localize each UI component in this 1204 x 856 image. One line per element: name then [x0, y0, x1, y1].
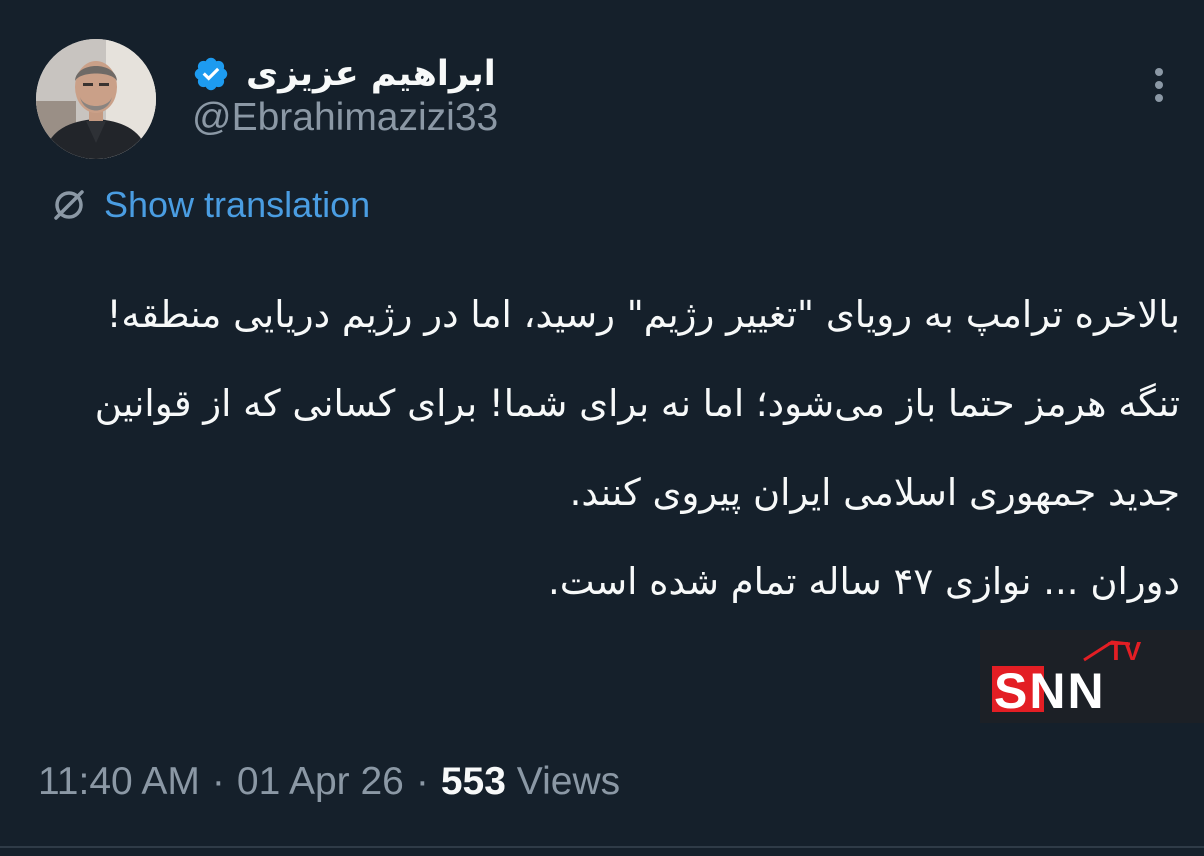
verified-badge-icon — [194, 57, 228, 91]
tweet-paragraph-2: تنگه هرمز حتما باز می‌شود؛ اما نه برای ش… — [94, 382, 1180, 514]
views-label[interactable]: Views — [517, 760, 620, 803]
tweet-card: ابراهیم عزیزی @Ebrahimazizi33 Show trans… — [0, 0, 1204, 856]
avatar[interactable] — [36, 39, 156, 159]
tweet-date[interactable]: 01 Apr 26 — [237, 760, 404, 804]
meta-separator: · — [415, 760, 429, 803]
more-options-icon[interactable] — [1146, 64, 1172, 108]
tweet-paragraph-3: دوران ... نوازی ۴۷ ساله تمام شده است. — [548, 560, 1180, 603]
snn-tv-logo: TV SNN — [980, 630, 1204, 723]
watermark-brand: SNN — [994, 663, 1106, 719]
snn-tv-watermark: TV SNN — [980, 630, 1204, 723]
tweet-meta: 11:40 AM · 01 Apr 26 · 553 Views — [38, 760, 620, 804]
avatar-image — [36, 39, 156, 159]
show-translation-button[interactable]: Show translation — [50, 186, 370, 224]
author-handle[interactable]: @Ebrahimazizi33 — [192, 96, 498, 140]
tweet-text: بالاخره ترامپ به رویای "تغییر رژیم" رسید… — [40, 270, 1180, 626]
tweet-paragraph-1: بالاخره ترامپ به رویای "تغییر رژیم" رسید… — [106, 293, 1180, 336]
meta-separator: · — [211, 760, 225, 803]
translate-icon — [54, 190, 84, 220]
divider — [0, 846, 1204, 848]
author-name-row: ابراهیم عزیزی — [192, 46, 496, 102]
author-display-name[interactable]: ابراهیم عزیزی — [246, 56, 496, 92]
show-translation-label: Show translation — [104, 184, 371, 225]
tweet-time[interactable]: 11:40 AM — [38, 760, 200, 804]
views-count[interactable]: 553 — [441, 760, 506, 803]
watermark-sub: TV — [1108, 636, 1142, 666]
